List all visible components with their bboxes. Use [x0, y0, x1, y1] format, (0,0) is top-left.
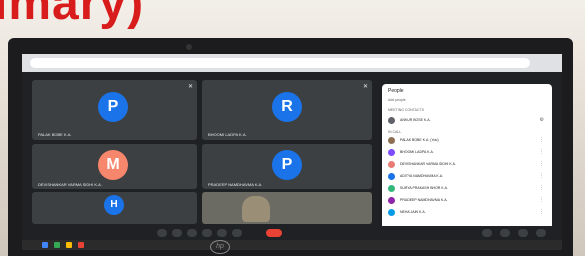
participant-name: DEVISHANKAR VARMA SIDHI K.A. [38, 182, 102, 187]
mic-off-icon: ✕ [187, 84, 193, 90]
participant-name: DEVISHANKAR VARMA SIDHI K.A. [400, 162, 456, 166]
participant-avatar: P [272, 150, 302, 180]
laptop-screen: P PALAK BOBE K.A. ✕ R BHOOMI LADPA K.A. … [22, 54, 562, 240]
app-icon[interactable] [42, 242, 48, 248]
participant-tile[interactable]: P PRADEEP NAMDHAVMA K.A. [202, 144, 372, 189]
more-icon[interactable]: ⋮ [539, 173, 544, 179]
participant-name: PRADEEP NAMDHAVMA K.A. [208, 182, 263, 187]
people-panel: People Add people MEETING CONTACTS ANKUR… [382, 84, 552, 234]
avatar [388, 173, 395, 180]
laptop-bezel: P PALAK BOBE K.A. ✕ R BHOOMI LADPA K.A. … [8, 38, 573, 256]
red-title-fragment: imary) [0, 0, 145, 30]
more-options-button[interactable] [232, 229, 242, 237]
more-icon[interactable]: ⋮ [539, 137, 544, 143]
more-icon[interactable]: ⋮ [539, 209, 544, 215]
activities-button[interactable] [536, 229, 546, 237]
host-row[interactable]: ANKUR BOSE K.A. ⚙ [388, 116, 548, 126]
avatar [388, 137, 395, 144]
in-call-label: IN CALL [388, 130, 402, 134]
participant-tile[interactable]: M DEVISHANKAR VARMA SIDHI K.A. [32, 144, 197, 189]
more-icon[interactable]: ⋮ [539, 149, 544, 155]
people-panel-title: People [388, 88, 404, 94]
list-item[interactable]: NEHA JAIN K.A. ⋮ [388, 208, 548, 218]
app-icon[interactable] [66, 242, 72, 248]
people-button[interactable] [500, 229, 510, 237]
meeting-controls-bar [22, 226, 562, 240]
participant-tile[interactable]: H [32, 192, 197, 224]
participant-name: BHOOMI LADPA K.A. [208, 132, 247, 137]
avatar [388, 209, 395, 216]
meeting-contacts-label: MEETING CONTACTS [388, 108, 424, 112]
participant-avatar: H [104, 195, 124, 215]
person-silhouette [242, 196, 270, 222]
mic-off-icon: ✕ [362, 84, 368, 90]
add-people-link[interactable]: Add people [388, 98, 406, 102]
present-button[interactable] [217, 229, 227, 237]
webcam [186, 44, 192, 50]
avatar [388, 197, 395, 204]
camera-button[interactable] [172, 229, 182, 237]
captions-button[interactable] [187, 229, 197, 237]
avatar [388, 161, 395, 168]
list-item[interactable]: ADITYA NAMDHAVMA K.A. ⋮ [388, 172, 548, 182]
participant-avatar: P [98, 92, 128, 122]
list-item[interactable]: SURYA PRAKASH BHOR K.A. ⋮ [388, 184, 548, 194]
hp-logo: hp [210, 240, 230, 254]
participant-name: PALAK BOBE K.A. [38, 132, 72, 137]
participant-tile[interactable]: R BHOOMI LADPA K.A. ✕ [202, 80, 372, 140]
participant-avatar: R [272, 92, 302, 122]
more-icon[interactable]: ⋮ [539, 197, 544, 203]
browser-toolbar [22, 54, 562, 72]
participant-tile[interactable]: P PALAK BOBE K.A. ✕ [32, 80, 197, 140]
list-item[interactable]: DEVISHANKAR VARMA SIDHI K.A. ⋮ [388, 160, 548, 170]
list-item[interactable]: PALAK BOBE K.A. (You) ⋮ [388, 136, 548, 146]
app-icon[interactable] [78, 242, 84, 248]
chat-button[interactable] [518, 229, 528, 237]
participant-name: PRADEEP NAMDHAVMA K.A. [400, 198, 448, 202]
list-item[interactable]: BHOOMI LADPA K.A. ⋮ [388, 148, 548, 158]
os-taskbar [22, 240, 562, 250]
participant-avatar: M [98, 150, 128, 180]
participant-name: ADITYA NAMDHAVMA K.A. [400, 174, 444, 178]
mic-button[interactable] [157, 229, 167, 237]
info-button[interactable] [482, 229, 492, 237]
app-icon[interactable] [54, 242, 60, 248]
participant-name: BHOOMI LADPA K.A. [400, 150, 434, 154]
avatar [388, 149, 395, 156]
video-tile[interactable] [202, 192, 372, 224]
participant-name: PALAK BOBE K.A. (You) [400, 138, 439, 142]
more-icon[interactable]: ⋮ [539, 161, 544, 167]
participant-name: ANKUR BOSE K.A. [400, 118, 431, 122]
more-icon[interactable]: ⋮ [539, 185, 544, 191]
settings-icon[interactable]: ⚙ [540, 117, 544, 123]
avatar [388, 117, 395, 124]
list-item[interactable]: PRADEEP NAMDHAVMA K.A. ⋮ [388, 196, 548, 206]
address-bar[interactable] [30, 58, 530, 68]
participant-name: SURYA PRAKASH BHOR K.A. [400, 186, 448, 190]
raise-hand-button[interactable] [202, 229, 212, 237]
participant-name: NEHA JAIN K.A. [400, 210, 426, 214]
avatar [388, 185, 395, 192]
end-call-button[interactable] [266, 229, 282, 237]
